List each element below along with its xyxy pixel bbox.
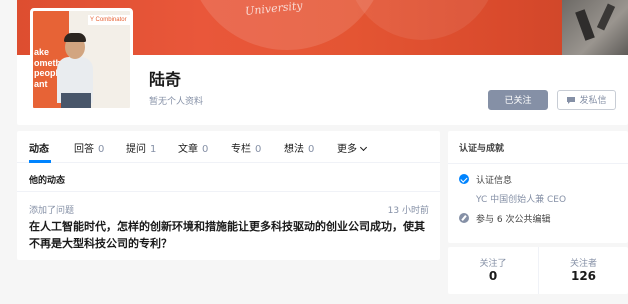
following-count: 0 [488,269,498,283]
chat-bubble-icon [567,97,576,104]
achievements-card: 认证与成就 认证信息 YC 中国创始人兼 CEO 参与 6 次公共编辑 [448,131,628,243]
profile-page: University Y Combinator ake omethin peop… [0,0,628,304]
following-stat[interactable]: 关注了 0 [448,247,538,294]
cert-label: 认证信息 [476,176,513,186]
profile-header: University Y Combinator ake omethin peop… [17,0,628,125]
activity-action: 添加了问题 [29,206,75,216]
verified-check-icon [459,174,469,184]
question-title-link[interactable]: 在人工智能时代，怎样的创新环境和措施能让更多科技驱动的创业公司成功，使其不再是大… [29,218,434,252]
cert-detail: YC 中国创始人兼 CEO [476,195,567,205]
active-tab-indicator [29,160,51,163]
avatar-brand: Y Combinator [88,15,130,25]
public-edits-label[interactable]: 参与 6 次公共编辑 [476,212,550,225]
follow-stats: 关注了 0 关注者 126 [448,247,628,294]
profile-bio: 暂无个人资料 [149,97,204,107]
chevron-down-icon [359,143,368,152]
tab-activity[interactable]: 动态 [29,140,49,155]
activity-time: 13 小时前 [387,206,429,216]
activity-card: 动态 回答 0 提问 1 文章 0 专栏 0 想法 0 更多 他的动态 添加了问… [17,131,440,260]
followed-button[interactable]: 已关注 [488,90,548,110]
tab-articles[interactable]: 文章 0 [178,140,208,155]
achievements-title: 认证与成就 [459,144,505,154]
followers-stat[interactable]: 关注者 126 [538,247,628,294]
followers-count: 126 [570,269,597,283]
following-label: 关注了 [479,259,507,269]
tab-more[interactable]: 更多 [337,140,368,155]
activity-heading: 他的动态 [29,176,66,186]
profile-name: 陆奇 [149,70,182,89]
profile-tabs: 动态 回答 0 提问 1 文章 0 专栏 0 想法 0 更多 [17,131,440,163]
message-button[interactable]: 发私信 [557,90,616,110]
tab-thoughts[interactable]: 想法 0 [284,140,314,155]
tab-questions[interactable]: 提问 1 [126,140,156,155]
message-button-label: 发私信 [579,96,607,106]
tab-columns[interactable]: 专栏 0 [231,140,261,155]
followers-label: 关注者 [569,259,597,269]
tab-answers[interactable]: 回答 0 [74,140,104,155]
avatar[interactable]: Y Combinator ake omethin people ant [30,8,133,111]
edit-pencil-icon [459,213,469,223]
